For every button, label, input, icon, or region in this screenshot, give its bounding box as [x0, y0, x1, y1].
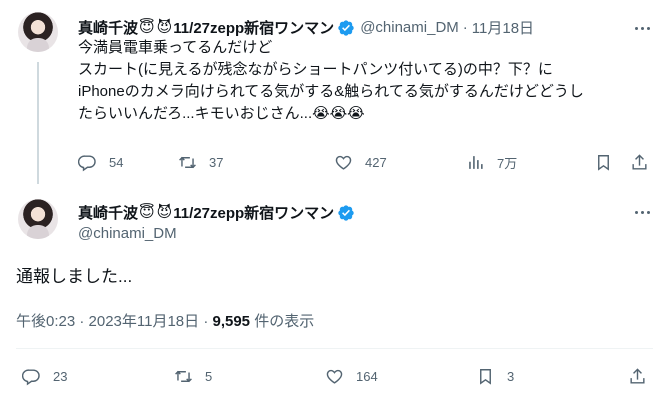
verified-badge-icon	[338, 204, 354, 221]
tweet-body: 通報しました...	[16, 267, 133, 286]
tweet-text-line: iPhoneのカメラ向けられてる気がする&触られてる気がするんだけどどうし	[78, 83, 584, 100]
share-button[interactable]	[628, 367, 647, 386]
more-icon[interactable]	[630, 202, 654, 222]
view-label: 件の表示	[250, 313, 315, 330]
reply-button[interactable]: 23	[22, 367, 67, 386]
verified-badge-icon	[338, 19, 354, 36]
separator-dot: ·	[462, 19, 468, 36]
share-icon	[632, 154, 647, 170]
view-count: 9,595	[212, 313, 251, 330]
retweet-count: 5	[205, 369, 213, 384]
like-count: 164	[356, 369, 378, 384]
like-icon	[335, 155, 352, 170]
thread-connector	[37, 62, 39, 184]
retweet-button[interactable]: 37	[178, 153, 223, 172]
more-icon[interactable]	[630, 18, 654, 38]
tweet-text-line: たらいいんだろ...キモいおじさん...😭😭😭	[78, 105, 365, 122]
tweet-text-line: スカート(に見えるが残念ながらショートパンツ付いてる)の中？下？に	[78, 61, 553, 78]
display-name[interactable]: 真崎千波	[78, 17, 138, 38]
tweet-meta: 午後0:23 · 2023年11月18日 · 9,595 件の表示	[16, 310, 314, 331]
tweet2-header: 真崎千波 😇 😈 11/27zepp新宿ワンマン	[78, 202, 355, 223]
retweet-icon	[175, 370, 192, 383]
like-count: 427	[365, 155, 387, 170]
like-icon	[326, 369, 343, 384]
tweet-date[interactable]: 11月18日	[472, 17, 534, 38]
tweet1-action-bar: 54 37 427 7万	[78, 153, 618, 173]
share-icon	[630, 368, 645, 384]
display-name-suffix[interactable]: 11/27zepp新宿ワンマン	[173, 202, 334, 223]
tweet1-header: 真崎千波 😇 😈 11/27zepp新宿ワンマン @chinami_DM · 1…	[78, 17, 534, 38]
user-handle[interactable]: @chinami_DM	[360, 19, 459, 36]
bookmark-button[interactable]: 3	[476, 367, 514, 386]
tweet-timestamp[interactable]: 午後0:23 · 2023年11月18日 ·	[16, 313, 212, 330]
share-button[interactable]	[630, 153, 649, 172]
retweet-count: 37	[209, 155, 224, 170]
bookmark-icon	[598, 155, 609, 171]
divider	[16, 348, 653, 349]
user-handle[interactable]: @chinami_DM	[78, 225, 177, 242]
display-name[interactable]: 真崎千波	[78, 202, 138, 223]
angel-emoji: 😇	[139, 204, 155, 221]
tweet-text-line: 今満員電車乗ってるんだけど	[78, 39, 273, 56]
like-button[interactable]: 427	[334, 153, 387, 172]
avatar[interactable]	[18, 199, 58, 239]
bookmark-icon	[480, 369, 491, 385]
reply-count: 54	[109, 155, 124, 170]
bookmark-count: 3	[507, 369, 515, 384]
like-button[interactable]: 164	[325, 367, 378, 386]
retweet-icon	[179, 156, 196, 169]
display-name-suffix[interactable]: 11/27zepp新宿ワンマン	[173, 17, 334, 38]
angel-emoji: 😇	[139, 19, 155, 36]
retweet-button[interactable]: 5	[174, 367, 212, 386]
tweet-body: 今満員電車乗ってるんだけど スカート(に見えるが残念ながらショートパンツ付いてる…	[78, 37, 653, 125]
reply-count: 23	[53, 369, 68, 384]
avatar[interactable]	[18, 12, 58, 52]
reply-icon	[22, 369, 40, 386]
tweet2-action-bar: 23 5 164 3	[22, 367, 652, 387]
devil-emoji: 😈	[156, 19, 173, 36]
views-count: 7万	[497, 156, 518, 171]
devil-emoji: 😈	[156, 204, 173, 221]
bookmark-button[interactable]	[594, 153, 613, 172]
reply-button[interactable]: 54	[78, 153, 123, 172]
reply-icon	[78, 155, 96, 172]
views-button[interactable]: 7万	[466, 153, 517, 172]
views-icon	[469, 156, 483, 169]
